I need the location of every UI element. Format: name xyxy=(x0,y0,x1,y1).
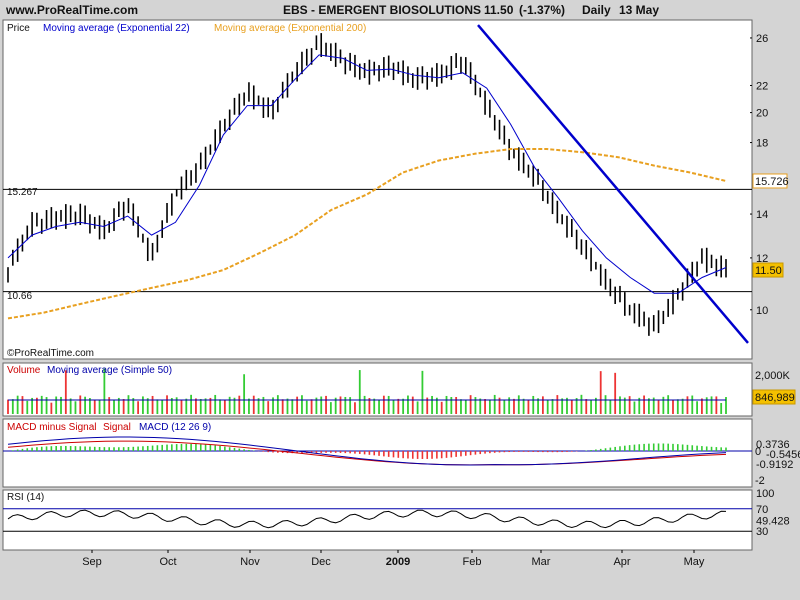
x-tick-label: Dec xyxy=(311,556,331,568)
x-tick-label: Feb xyxy=(463,556,482,568)
legend-volume-ma: Moving average (Simple 50) xyxy=(47,365,172,376)
last-price-label: 11.50 xyxy=(755,265,782,277)
price-tick-label: 10 xyxy=(756,305,768,317)
rsi-panel[interactable] xyxy=(2,489,753,551)
legend-macd-line: MACD (12 26 9) xyxy=(139,422,211,433)
legend-rsi: RSI (14) xyxy=(7,492,44,503)
rsi-tick-100: 100 xyxy=(756,488,774,500)
legend-price: Price xyxy=(7,23,30,34)
legend-ema200: Moving average (Exponential 200) xyxy=(214,23,366,34)
y-axis-labels: 2622201814121011.5015.726 xyxy=(750,33,789,317)
x-tick-label: May xyxy=(684,556,705,568)
x-tick-label: Oct xyxy=(159,556,176,568)
x-tick-label: Mar xyxy=(532,556,551,568)
rsi-last-value: 49.428 xyxy=(756,515,790,527)
chart-window: www.ProRealTime.com EBS - EMERGENT BIOSO… xyxy=(0,0,800,600)
x-tick-label: Sep xyxy=(82,556,102,568)
rsi-tick-30: 30 xyxy=(756,526,768,538)
volume-last-label: 846,989 xyxy=(755,392,795,404)
price-tick-label: 20 xyxy=(756,108,768,120)
hline-low-label: 10.66 xyxy=(7,291,32,302)
price-tick-label: 22 xyxy=(756,80,768,92)
x-axis-labels: Sep Oct Nov Dec 2009 Feb Mar Apr May xyxy=(82,550,705,568)
macd-signal-value: -0.9192 xyxy=(756,459,793,471)
legend-macd-hist: MACD minus Signal xyxy=(7,422,96,433)
x-tick-label: 2009 xyxy=(386,556,410,568)
macd-tick-neg2: -2 xyxy=(755,475,765,487)
price-tick-label: 18 xyxy=(756,138,768,150)
legend-macd-signal: Signal xyxy=(103,422,131,433)
ma200-label: 15.726 xyxy=(755,176,789,188)
price-tick-label: 14 xyxy=(756,209,768,221)
rsi-tick-70: 70 xyxy=(756,504,768,516)
volume-tick-label: 2,000K xyxy=(755,370,791,382)
legend-ema22: Moving average (Exponential 22) xyxy=(43,23,190,34)
watermark: ©ProRealTime.com xyxy=(7,348,94,359)
x-tick-label: Apr xyxy=(613,556,630,568)
legend-volume: Volume xyxy=(7,365,41,376)
x-tick-label: Nov xyxy=(240,556,260,568)
price-tick-label: 26 xyxy=(756,33,768,45)
hline-high-label: 15.267 xyxy=(7,187,38,198)
chart-svg: 2,000K846,989 0-20.3736-0.5456-0.9192 10… xyxy=(2,19,800,568)
